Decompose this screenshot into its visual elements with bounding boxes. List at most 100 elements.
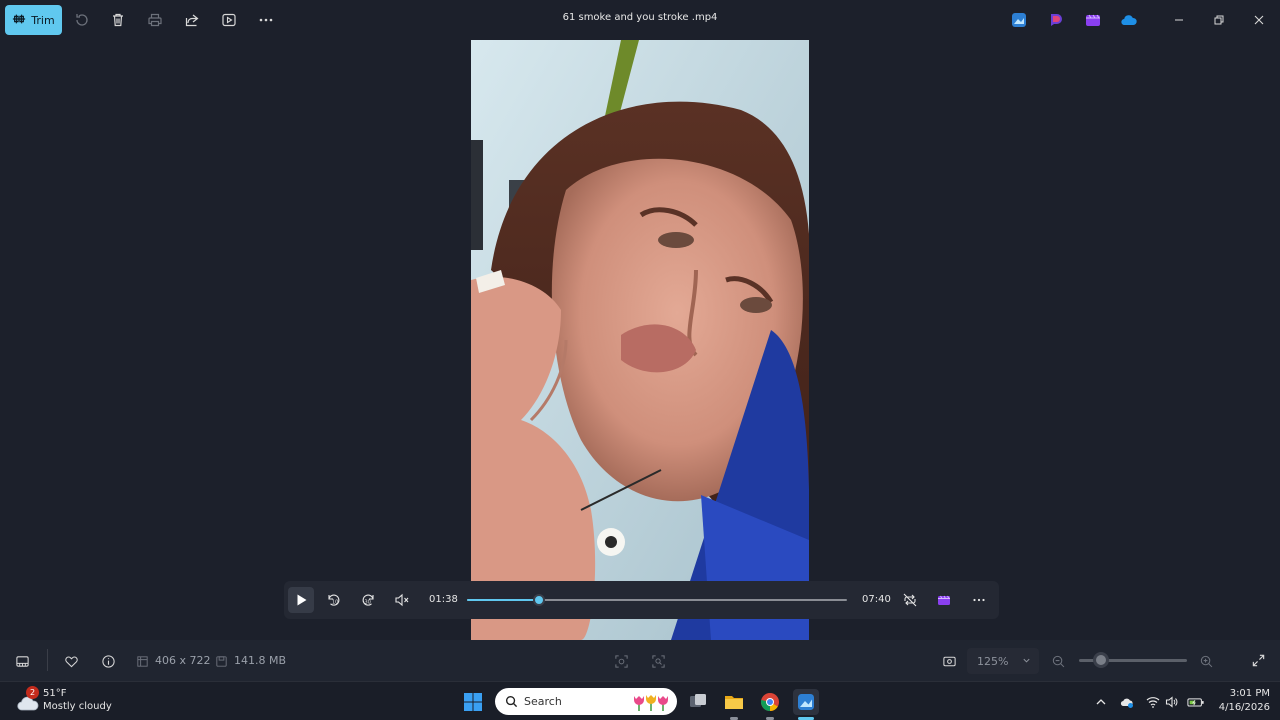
zoom-level-dropdown[interactable]: 125% bbox=[967, 648, 1039, 674]
restore-icon bbox=[1214, 15, 1224, 25]
photos-app-button[interactable] bbox=[1010, 11, 1028, 29]
search-label: Search bbox=[524, 695, 562, 708]
volume-muted-icon bbox=[395, 593, 409, 607]
trim-button[interactable]: Trim bbox=[5, 5, 62, 35]
task-view-icon bbox=[690, 694, 706, 707]
clipchamp-icon bbox=[938, 595, 950, 605]
zoom-level-value: 125% bbox=[977, 654, 1009, 668]
clock-date: 4/16/2026 bbox=[1218, 702, 1270, 713]
chevron-up-icon bbox=[1096, 699, 1106, 705]
photos-icon bbox=[798, 694, 814, 710]
image-dimensions: 406 x 722 bbox=[155, 654, 211, 667]
volume-button[interactable] bbox=[1164, 694, 1180, 710]
seek-progress bbox=[467, 599, 540, 601]
task-view-button[interactable] bbox=[685, 689, 711, 715]
video-still-image bbox=[471, 40, 809, 640]
weather-condition: Mostly cloudy bbox=[43, 701, 112, 712]
slideshow-button[interactable] bbox=[219, 10, 239, 30]
seek-thumb[interactable] bbox=[533, 594, 546, 606]
svg-text:10: 10 bbox=[332, 600, 338, 606]
taskbar: 2 51°F Mostly cloudy Search 3:01 PM 4/16… bbox=[0, 681, 1280, 720]
clipchamp-edit-button[interactable] bbox=[931, 587, 957, 613]
print-button[interactable] bbox=[145, 10, 165, 30]
heart-icon bbox=[64, 656, 78, 667]
designer-icon bbox=[1051, 14, 1062, 26]
repeat-button[interactable] bbox=[897, 587, 923, 613]
battery-charging-icon bbox=[1187, 698, 1204, 707]
expand-icon bbox=[1252, 654, 1264, 666]
speaker-icon bbox=[1165, 696, 1178, 708]
info-icon bbox=[101, 654, 115, 668]
file-size-icon bbox=[212, 652, 230, 670]
close-icon bbox=[1254, 15, 1264, 25]
total-time: 07:40 bbox=[862, 594, 891, 605]
zoom-in-button[interactable] bbox=[1197, 652, 1215, 670]
clock-time: 3:01 PM bbox=[1229, 688, 1270, 699]
more-options-button[interactable] bbox=[256, 10, 276, 30]
face-scan-icon bbox=[614, 654, 628, 668]
play-icon bbox=[297, 594, 307, 606]
onedrive-cloud-icon bbox=[1121, 15, 1137, 26]
folder-icon bbox=[725, 696, 743, 709]
start-button[interactable] bbox=[460, 689, 486, 715]
system-clock[interactable]: 3:01 PM 4/16/2026 bbox=[1212, 687, 1270, 715]
onedrive-sync-icon bbox=[1120, 698, 1133, 708]
people-tag-button[interactable] bbox=[612, 652, 630, 670]
visual-search-icon bbox=[651, 654, 665, 668]
play-button[interactable] bbox=[288, 587, 314, 613]
file-size: 141.8 MB bbox=[234, 654, 287, 667]
rewind-10-button[interactable]: 10 bbox=[321, 587, 347, 613]
title-bar: Trim 61 smoke and you stroke .mp4 bbox=[0, 0, 1280, 40]
battery-button[interactable] bbox=[1186, 694, 1206, 710]
zoom-out-icon bbox=[1052, 655, 1064, 667]
file-explorer-button[interactable] bbox=[721, 689, 747, 715]
zoom-out-button[interactable] bbox=[1049, 652, 1067, 670]
more-horizontal-icon bbox=[973, 598, 985, 602]
forward-30-button[interactable]: 30 bbox=[355, 587, 381, 613]
taskbar-search-box[interactable]: Search bbox=[495, 688, 677, 715]
restore-button[interactable] bbox=[1207, 8, 1231, 32]
photos-icon bbox=[1012, 13, 1026, 27]
favorite-button[interactable] bbox=[62, 652, 80, 670]
weather-widget[interactable]: 2 51°F Mostly cloudy bbox=[16, 686, 126, 717]
rewind-10-icon: 10 bbox=[328, 594, 340, 606]
chevron-down-icon bbox=[1022, 655, 1031, 668]
wifi-icon bbox=[1146, 697, 1160, 708]
network-button[interactable] bbox=[1145, 694, 1161, 710]
minimize-button[interactable] bbox=[1167, 8, 1191, 32]
fullscreen-button[interactable] bbox=[1249, 651, 1267, 669]
fit-to-window-button[interactable] bbox=[940, 652, 958, 670]
delete-button[interactable] bbox=[108, 10, 128, 30]
video-frame[interactable] bbox=[471, 40, 809, 640]
trash-icon bbox=[113, 13, 123, 27]
zoom-in-icon bbox=[1200, 655, 1212, 667]
close-button[interactable] bbox=[1247, 8, 1271, 32]
more-horizontal-icon bbox=[259, 18, 273, 22]
visual-search-button[interactable] bbox=[649, 652, 667, 670]
player-more-button[interactable] bbox=[966, 587, 992, 613]
clipchamp-app-button[interactable] bbox=[1084, 11, 1102, 29]
clipchamp-icon bbox=[1086, 14, 1100, 26]
trim-icon bbox=[12, 12, 26, 29]
zoom-slider[interactable] bbox=[1079, 652, 1187, 668]
seek-bar[interactable] bbox=[467, 594, 847, 606]
filmstrip-button[interactable] bbox=[13, 652, 31, 670]
chrome-button[interactable] bbox=[757, 689, 783, 715]
designer-app-button[interactable] bbox=[1047, 11, 1065, 29]
svg-text:30: 30 bbox=[365, 600, 371, 606]
rotate-icon bbox=[76, 14, 88, 26]
file-info-button[interactable] bbox=[99, 652, 117, 670]
rotate-button[interactable] bbox=[72, 10, 92, 30]
mute-button[interactable] bbox=[389, 587, 415, 613]
onedrive-button[interactable] bbox=[1120, 11, 1138, 29]
play-square-icon bbox=[222, 13, 236, 27]
share-button[interactable] bbox=[182, 10, 202, 30]
minimize-icon bbox=[1175, 19, 1183, 21]
onedrive-tray-button[interactable] bbox=[1119, 694, 1135, 710]
share-icon bbox=[185, 14, 199, 27]
window-title: 61 smoke and you stroke .mp4 bbox=[562, 12, 718, 23]
photos-taskbar-button[interactable] bbox=[793, 689, 819, 715]
show-hidden-icons-button[interactable] bbox=[1093, 694, 1109, 710]
zoom-slider-thumb[interactable] bbox=[1092, 652, 1109, 668]
weather-temperature: 51°F bbox=[43, 688, 67, 699]
